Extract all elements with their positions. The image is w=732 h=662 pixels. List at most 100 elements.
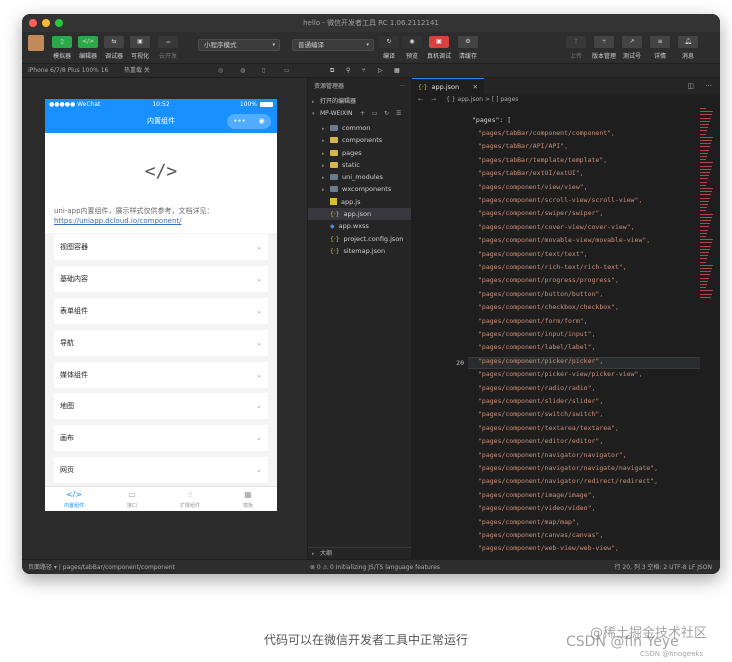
tree-item-project-config[interactable]: {·} project.config.json [308,233,411,245]
list-item[interactable]: 媒体组件 ⌄ [54,361,268,388]
tab-app-json[interactable]: {·} app.json ✕ [412,78,484,94]
mode-select[interactable]: 小程序模式 ▾ [198,39,280,51]
code-line: "pages": [ [472,116,512,124]
forward-icon[interactable]: → [431,96,436,103]
zoom-window-button[interactable] [55,19,63,27]
cursor-status[interactable]: 行 20, 列 3 空格: 2 UTF-8 LF JSON [614,560,712,574]
minimap-line [700,127,708,129]
tab-ext-components[interactable]: ☝ 扩展组件 [161,487,219,511]
list-item[interactable]: 表单组件 ⌄ [54,297,268,324]
minimap-line [700,248,710,250]
minimap-line [700,226,709,228]
split-editor-icon[interactable]: ◫ [687,78,694,94]
tab-templates[interactable]: ▦ 模板 [219,487,277,511]
tree-item-app-js[interactable]: app.js [308,196,411,208]
cloud-dev-button[interactable]: ☁ 云开发 [156,36,180,60]
json-file-icon: {·} [330,211,340,219]
list-item[interactable]: 视图容器 ⌄ [54,234,268,260]
files-icon[interactable]: ⧉ [330,64,334,78]
minimap-line [700,188,713,189]
extensions-icon[interactable]: ▦ [394,64,400,78]
minimap-line [700,149,709,151]
code-line: "pages/component/movable-view/movable-vi… [478,236,651,245]
compile-button[interactable]: ↻ 编译 [377,36,401,60]
tab-builtin-components[interactable]: </> 内置组件 [45,487,103,511]
tree-item-app-wxss[interactable]: ◆ app.wxss [308,220,411,232]
search-icon[interactable]: ⚲ [346,64,350,78]
record-icon[interactable]: ◎ [218,64,223,78]
grid-icon: ▦ [244,490,252,499]
minimap-line [700,290,713,292]
outline-section[interactable]: ▸ 大纲 [308,547,412,559]
opened-editors-section[interactable]: ▸ 打开的编辑器 [308,96,411,108]
problems-status[interactable]: ⊗ 0 ⚠ 0 Initializing JS/TS language feat… [310,560,440,574]
messages-button[interactable]: 🔔︎ 消息 [676,36,700,60]
close-icon[interactable]: ✕ [473,79,478,95]
volume-icon[interactable]: ◍ [240,64,245,78]
avatar[interactable] [28,35,44,51]
list-item[interactable]: 基础内容 ⌄ [54,265,268,292]
editor-button[interactable]: </> 编辑器 [76,36,100,60]
new-folder-icon[interactable]: ▭ [372,108,378,120]
minimize-window-button[interactable] [42,19,50,27]
remote-debug-button[interactable]: ▣ 真机调试 [427,36,451,60]
minimap[interactable] [700,108,714,308]
page-path[interactable]: 页面路径 ▾ | pages/tabBar/component/componen… [28,560,175,574]
refresh-icon[interactable]: ↻ [384,108,389,120]
tree-item-sitemap[interactable]: {·} sitemap.json [308,245,411,257]
minimap-line [700,287,706,289]
new-file-icon[interactable]: + [360,108,365,120]
compile-select[interactable]: 普通编译 ▾ [292,39,374,51]
list-item[interactable]: 导航 ⌄ [54,329,268,356]
list-item[interactable]: 网页 ⌄ [54,457,268,484]
tree-item-pages[interactable]: ▸ pages [308,147,411,159]
minimap-line [700,136,713,138]
minimap-line [700,175,709,177]
debugger-button[interactable]: ⇆ 调试器 [102,36,126,60]
tree-item-components[interactable]: ▸ components [308,134,411,146]
upload-button[interactable]: ⇪ 上传 [564,36,588,60]
phone-simulator[interactable]: ●●●●● WeChat 10:52 100% 内置组件 ••• ◉ </> u… [45,99,277,511]
code-line: "pages/component/switch/switch", [478,410,604,419]
more-icon[interactable]: ··· [705,78,712,94]
back-icon[interactable]: ← [418,96,423,103]
simulator-button[interactable]: ▯ 模拟器 [50,36,74,60]
version-button[interactable]: ⑂ 版本管理 [592,36,616,60]
tree-item-static[interactable]: ▸ static [308,159,411,171]
collapse-icon[interactable]: ☰ [396,108,401,120]
minimap-line [700,274,710,276]
detach-icon[interactable]: ▭ [284,64,290,78]
visual-button[interactable]: ▣ 可视化 [128,36,152,60]
minimap-line [700,204,708,205]
close-capsule-icon[interactable]: ◉ [259,114,265,129]
test-account-button[interactable]: ↗ 测试号 [620,36,644,60]
preview-button[interactable]: ◉ 预览 [400,36,424,60]
close-window-button[interactable] [29,19,37,27]
details-button[interactable]: ≡ 详情 [648,36,672,60]
rotate-icon[interactable]: ▯ [262,64,265,78]
minimap-line [700,258,707,260]
more-icon[interactable]: ••• [233,114,245,129]
project-section[interactable]: ▾ MP-WEIXIN + ▭ ↻ ☰ [308,108,411,120]
source-control-icon[interactable]: ⑂ [362,64,366,78]
docs-link[interactable]: https://uniapp.dcloud.io/component/ [54,217,181,225]
tree-item-common[interactable]: ▸ common [308,122,411,134]
tab-api[interactable]: ▭ 接口 [103,487,161,511]
minimap-line [700,271,711,273]
debug-run-icon[interactable]: ▷ [378,64,383,78]
tree-item-wxcomponents[interactable]: ▸ wxcomponents [308,183,411,195]
tree-item-app-json[interactable]: {·} app.json [308,208,411,221]
list-item[interactable]: 地图 ⌄ [54,393,268,420]
chevron-down-icon: ⌄ [256,338,262,347]
more-icon[interactable]: ··· [399,78,405,96]
tree-item-uni-modules[interactable]: ▸ uni_modules [308,171,411,183]
current-line-number: 20 [456,359,464,367]
list-item[interactable]: 画布 ⌄ [54,425,268,452]
hot-reload-select[interactable]: 热重载 关 [124,64,150,78]
minimap-line [700,268,712,269]
code-area[interactable]: 20 "pages": [ "pages/tabBar/component/co… [412,108,702,559]
minimap-line [700,124,709,125]
device-select[interactable]: iPhone 6/7/8 Plus 100% 16 [28,64,108,78]
clear-cache-button[interactable]: ⚙ 清缓存 [456,36,480,60]
window-title: hello - 微信开发者工具 RC 1.06.2112141 [303,19,439,27]
